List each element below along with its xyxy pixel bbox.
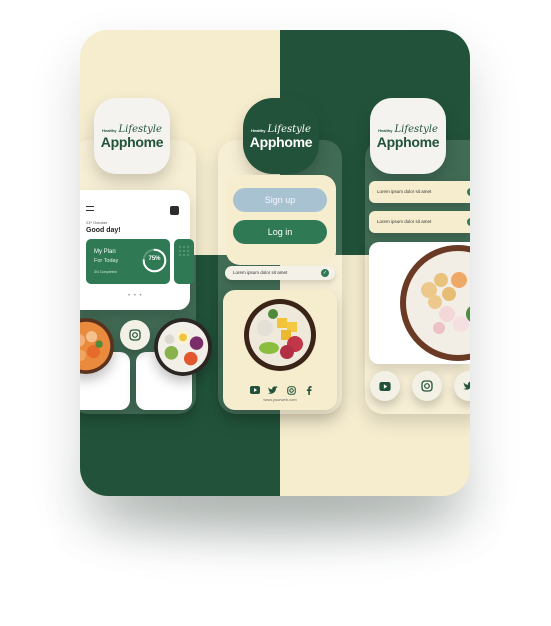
logo-tile-left: Healthy Lifestyle Apphome (94, 98, 170, 174)
facebook-icon[interactable] (304, 385, 314, 395)
logo-main-text: Apphome (249, 133, 313, 150)
next-plan-box[interactable] (174, 239, 194, 284)
date-label: 23* October (86, 220, 108, 225)
lorem-checklist-item[interactable]: Lorem ipsum dolor sit amet ✓ (369, 181, 470, 203)
website-link[interactable]: www.yourweb.com (223, 397, 337, 402)
pager-dots[interactable]: • • • (128, 293, 143, 299)
dots-pattern (179, 246, 189, 256)
lorem-checklist-item[interactable]: Lorem ipsum dolor sit amet ✓ (369, 211, 470, 233)
menu-icon[interactable] (86, 206, 94, 211)
profile-icon[interactable] (170, 206, 179, 215)
instagram-icon (421, 380, 433, 392)
daily-plan-card[interactable]: 23* October Good day! My Plan For Today … (80, 190, 194, 310)
logo-top-row: Healthy Lifestyle (102, 124, 162, 135)
showcase-card: Healthy Lifestyle Apphome Healthy Lifest… (80, 30, 470, 496)
logo-small-text: Healthy (102, 127, 117, 133)
logo-top-row: Healthy Lifestyle (378, 124, 438, 135)
instagram-icon[interactable] (286, 385, 296, 395)
lorem-item-text: Lorem ipsum dolor sit amet (377, 219, 432, 224)
twitter-icon (463, 381, 470, 390)
plan-subtitle: For Today (94, 258, 119, 264)
lorem-item-text: Lorem ipsum dolor sit amet (233, 270, 288, 275)
youtube-button[interactable] (370, 371, 400, 401)
salad-bowl-image (244, 299, 316, 371)
logo-script-text: Lifestyle (394, 123, 438, 135)
lorem-item-text: Lorem ipsum dolor sit amet (377, 189, 432, 194)
instagram-icon (129, 329, 141, 341)
logo-script-text: Lifestyle (267, 123, 311, 135)
plan-completed-text: 3/4 Completed (94, 270, 117, 274)
bean-salad-bowl-image (400, 245, 470, 361)
poke-bowl-image (154, 318, 212, 376)
logo-script-text: Lifestyle (118, 123, 162, 135)
login-button[interactable]: Log in (233, 220, 327, 244)
signup-button[interactable]: Sign up (233, 188, 327, 212)
logo-tile-middle: Healthy Lifestyle Apphome (243, 98, 319, 174)
plan-title: My Plan (94, 249, 116, 255)
logo-tile-right: Healthy Lifestyle Apphome (370, 98, 446, 174)
my-plan-box[interactable]: My Plan For Today 3/4 Completed 75% (86, 239, 170, 284)
logo-main-text: Apphome (376, 133, 440, 150)
social-links-row (250, 385, 314, 395)
check-icon: ✓ (467, 188, 470, 196)
youtube-icon (379, 381, 391, 391)
check-icon: ✓ (321, 269, 329, 277)
instagram-button[interactable] (412, 371, 442, 401)
greeting-title: Good day! (86, 227, 121, 234)
lorem-checklist-item[interactable]: Lorem ipsum dolor sit amet ✓ (225, 266, 335, 280)
logo-main-text: Apphome (100, 133, 164, 150)
logo-small-text: Healthy (378, 127, 393, 133)
progress-percent: 75% (148, 256, 161, 262)
check-icon: ✓ (467, 218, 470, 226)
logo-small-text: Healthy (251, 127, 266, 133)
featured-dish-card[interactable] (369, 242, 470, 364)
instagram-button[interactable] (120, 320, 150, 350)
logo-top-row: Healthy Lifestyle (251, 124, 311, 135)
youtube-icon[interactable] (250, 385, 260, 395)
twitter-icon[interactable] (268, 385, 278, 395)
